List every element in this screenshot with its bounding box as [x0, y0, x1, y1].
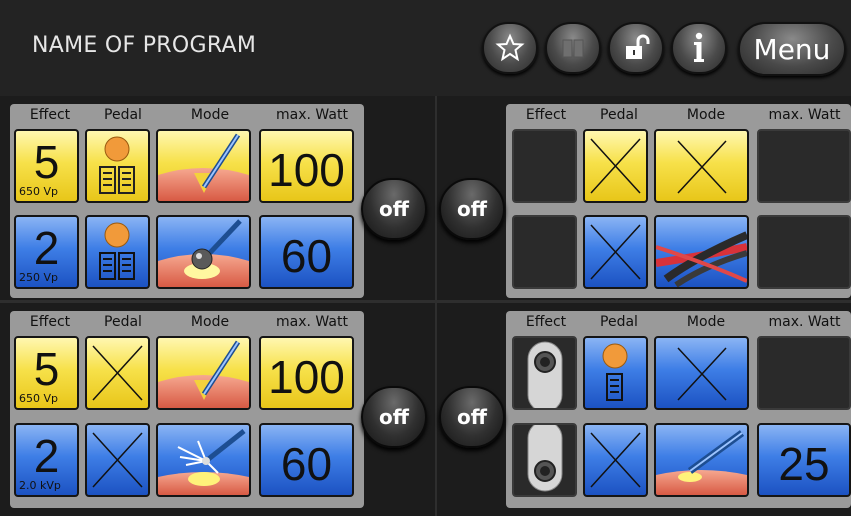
effect-tile[interactable]: 2 2.0 kVp — [14, 423, 79, 497]
cut-electrode-icon — [158, 133, 249, 201]
header-effect: Effect — [525, 314, 567, 330]
effect-value: 2 — [33, 222, 60, 274]
effect-value: 2 — [33, 430, 60, 482]
watt-value: 100 — [268, 351, 345, 403]
argon-electrode-icon — [656, 430, 747, 495]
off-button[interactable]: off — [439, 178, 505, 240]
effect-tile[interactable]: 2 250 Vp — [14, 215, 79, 289]
header-pedal: Pedal — [104, 107, 142, 123]
header-mode: Mode — [190, 107, 230, 123]
header-watt: max. Watt — [768, 107, 841, 123]
header-watt: max. Watt — [276, 107, 348, 123]
header-watt: max. Watt — [276, 314, 348, 330]
cross-icon — [92, 432, 143, 488]
pedal-tile[interactable] — [583, 423, 648, 497]
ball-electrode-icon — [158, 219, 249, 287]
watt-value: 100 — [268, 144, 345, 196]
favorite-button[interactable] — [482, 22, 538, 74]
unlock-icon — [626, 34, 650, 59]
mode-tile[interactable] — [156, 215, 251, 289]
cross-icon — [92, 345, 143, 401]
connector-socket-icon — [527, 341, 563, 408]
header-effect: Effect — [525, 107, 567, 123]
info-icon — [694, 32, 704, 62]
column-header: Effect Pedal Mode max. Watt — [12, 104, 362, 126]
watt-tile[interactable]: 100 — [259, 129, 354, 203]
mode-tile[interactable] — [654, 129, 749, 203]
effect-tile-empty[interactable] — [512, 129, 577, 203]
watt-value: 25 — [778, 438, 830, 490]
cross-icon — [677, 140, 727, 194]
mode-tile[interactable] — [654, 215, 749, 289]
watt-tile[interactable]: 25 — [757, 423, 851, 497]
pedal-tile[interactable] — [85, 423, 150, 497]
star-icon — [495, 33, 525, 62]
pedal-tile[interactable] — [583, 129, 648, 203]
book-button[interactable] — [545, 22, 601, 74]
spark-electrode-icon — [158, 429, 249, 495]
connector-tile[interactable] — [512, 336, 577, 410]
header-mode: Mode — [686, 107, 726, 123]
effect-tile-empty[interactable] — [512, 215, 577, 289]
connector-socket-icon — [527, 425, 563, 492]
effect-voltage: 650 Vp — [19, 392, 58, 405]
menu-button[interactable]: Menu — [738, 22, 846, 76]
header-effect: Effect — [29, 107, 71, 123]
off-button[interactable]: off — [439, 386, 505, 448]
mode-tile[interactable] — [156, 129, 251, 203]
pedal-tile[interactable] — [85, 215, 150, 289]
pedal-icon — [99, 222, 135, 280]
connector-tile[interactable] — [512, 423, 577, 497]
off-button[interactable]: off — [361, 178, 427, 240]
effect-voltage: 650 Vp — [19, 185, 58, 198]
book-icon — [562, 39, 584, 58]
effect-voltage: 250 Vp — [19, 271, 58, 284]
watt-value: 60 — [280, 230, 333, 282]
watt-tile[interactable]: 60 — [259, 215, 354, 289]
pedal-tile[interactable] — [583, 215, 648, 289]
header-pedal: Pedal — [600, 107, 638, 123]
mode-tile[interactable] — [654, 336, 749, 410]
cross-icon — [590, 432, 641, 488]
program-title: NAME OF PROGRAM — [32, 33, 257, 58]
pedal-tile[interactable] — [85, 336, 150, 410]
lock-button[interactable] — [608, 22, 664, 74]
column-header: Effect Pedal Mode max. Watt — [12, 311, 362, 333]
header-pedal: Pedal — [600, 314, 638, 330]
watt-tile[interactable]: 100 — [259, 336, 354, 410]
mode-tile[interactable] — [156, 336, 251, 410]
effect-voltage: 2.0 kVp — [19, 479, 61, 492]
mode-tile[interactable] — [156, 423, 251, 497]
watt-tile-empty[interactable] — [757, 129, 851, 203]
cut-electrode-icon — [158, 340, 249, 408]
horizontal-divider — [0, 300, 851, 303]
cross-icon — [590, 224, 641, 280]
header-watt: max. Watt — [768, 314, 841, 330]
header-pedal: Pedal — [104, 314, 142, 330]
column-header: Effect Pedal Mode max. Watt — [508, 311, 851, 333]
header-mode: Mode — [190, 314, 230, 330]
effect-tile[interactable]: 5 650 Vp — [14, 129, 79, 203]
pedal-icon — [602, 343, 628, 401]
watt-tile-empty[interactable] — [757, 215, 851, 289]
pedal-tile[interactable] — [583, 336, 648, 410]
watt-value: 60 — [280, 438, 333, 490]
effect-value: 5 — [33, 343, 60, 395]
cross-icon — [677, 347, 727, 401]
off-button[interactable]: off — [361, 386, 427, 448]
column-header: Effect Pedal Mode max. Watt — [508, 104, 851, 126]
header-effect: Effect — [29, 314, 71, 330]
effect-value: 5 — [33, 136, 60, 188]
effect-tile[interactable]: 5 650 Vp — [14, 336, 79, 410]
pedal-tile[interactable] — [85, 129, 150, 203]
bipolar-forceps-icon — [656, 231, 747, 287]
info-button[interactable] — [671, 22, 727, 74]
mode-tile[interactable] — [654, 423, 749, 497]
watt-tile-empty[interactable] — [757, 336, 851, 410]
header-mode: Mode — [686, 314, 726, 330]
watt-tile[interactable]: 60 — [259, 423, 354, 497]
vertical-divider — [435, 96, 437, 516]
pedal-icon — [99, 136, 135, 194]
cross-icon — [590, 138, 641, 194]
